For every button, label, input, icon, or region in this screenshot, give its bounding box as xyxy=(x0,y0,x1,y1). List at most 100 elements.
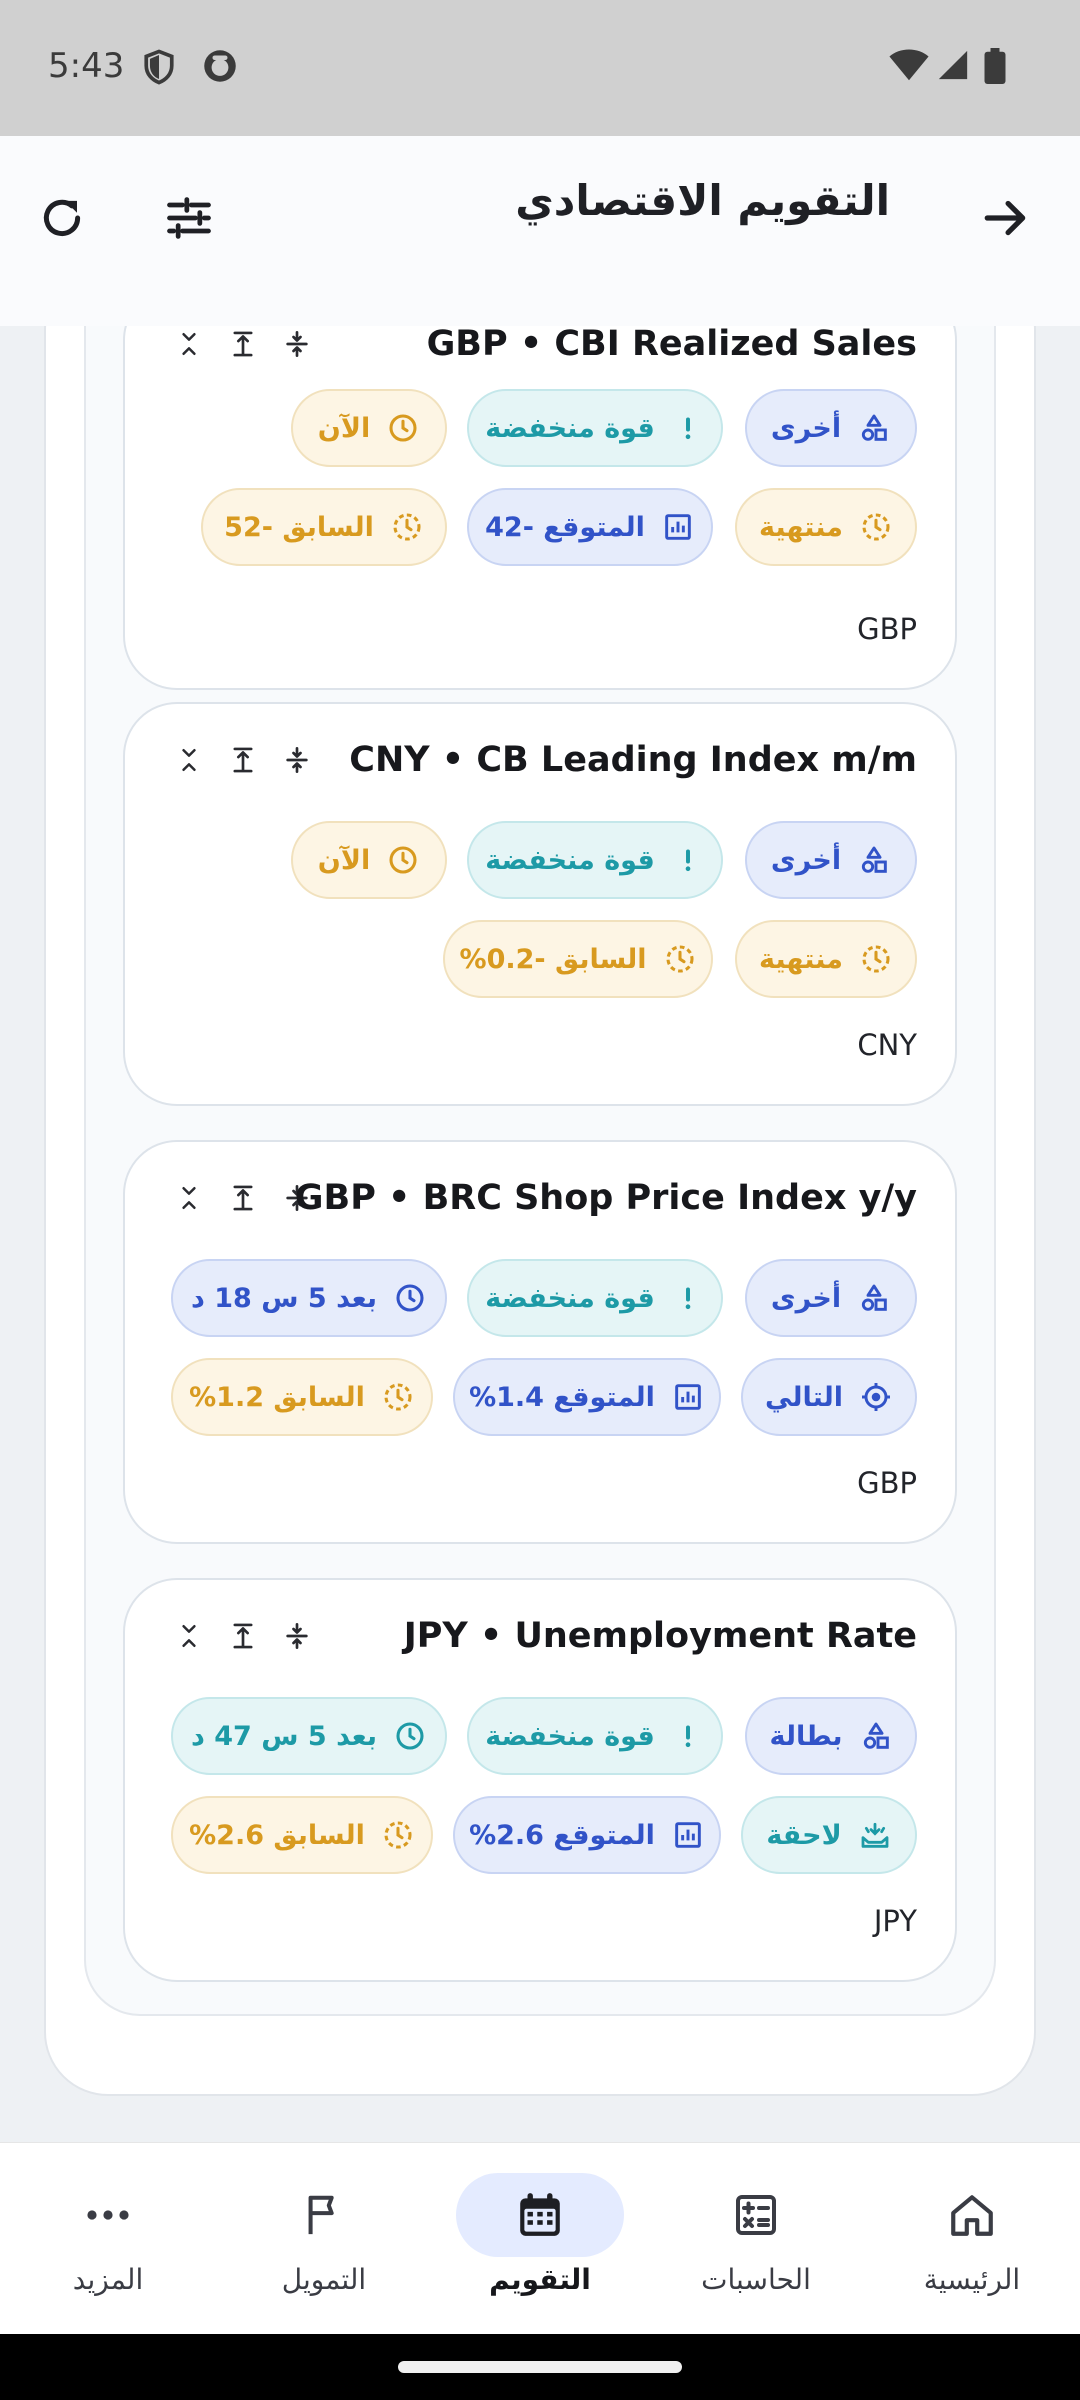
sliders-icon xyxy=(163,192,215,248)
status-time: 5:43 xyxy=(48,46,125,86)
dashed-clock-icon xyxy=(381,1380,415,1414)
target-icon xyxy=(859,1380,893,1414)
card-tools xyxy=(173,742,313,778)
nav-label-funding: التمويل xyxy=(281,2263,367,2296)
impact-chip: قوة منخفضة xyxy=(467,1259,723,1337)
event-card[interactable]: GBP • BRC Shop Price Index y/y أخرى قوة … xyxy=(123,1140,957,1544)
home-icon xyxy=(888,2173,1056,2257)
page-title: التقويم الاقتصادي xyxy=(515,176,890,225)
cellular-signal-icon xyxy=(936,48,970,86)
calendar-content[interactable]: GBP • CBI Realized Sales أخرى قوة منخفضة… xyxy=(0,326,1080,2142)
category-icon xyxy=(859,1719,893,1753)
forecast-chip: المتوقع 1.4% xyxy=(453,1358,721,1436)
time-chip: الآن xyxy=(291,821,447,899)
home-gesture-handle[interactable] xyxy=(398,2361,682,2373)
exclamation-icon xyxy=(671,843,705,877)
filter-button[interactable] xyxy=(149,180,229,260)
category-icon xyxy=(857,411,891,445)
expand-icon[interactable] xyxy=(227,742,259,778)
event-card[interactable]: JPY • Unemployment Rate بطالة قوة منخفضة… xyxy=(123,1578,957,1982)
expand-icon[interactable] xyxy=(227,326,259,362)
category-chip: أخرى xyxy=(745,389,917,467)
event-currency: GBP xyxy=(857,1466,917,1500)
collapse-icon[interactable] xyxy=(173,1618,205,1654)
impact-chip: قوة منخفضة xyxy=(467,389,723,467)
category-chip: أخرى xyxy=(745,821,917,899)
previous-chip: السابق -52 xyxy=(201,488,447,566)
dashed-clock-icon xyxy=(390,510,424,544)
time-chip: بعد 5 س 47 د xyxy=(171,1697,447,1775)
clock-icon xyxy=(386,843,420,877)
impact-chip: قوة منخفضة xyxy=(467,821,723,899)
nav-label-home: الرئيسية xyxy=(923,2263,1021,2296)
time-chip: الآن xyxy=(291,389,447,467)
collapse-icon[interactable] xyxy=(173,742,205,778)
event-card[interactable]: GBP • CBI Realized Sales أخرى قوة منخفضة… xyxy=(123,326,957,690)
chart-box-icon xyxy=(671,1818,705,1852)
dashed-clock-icon xyxy=(663,942,697,976)
category-chip: بطالة xyxy=(745,1697,917,1775)
chart-box-icon xyxy=(661,510,695,544)
forecast-chip: المتوقع -42 xyxy=(467,488,713,566)
expand-icon[interactable] xyxy=(227,1180,259,1216)
status-chip: لاحقة xyxy=(741,1796,917,1874)
compress-icon[interactable] xyxy=(281,326,313,362)
nav-item-funding[interactable]: التمويل xyxy=(216,2143,432,2335)
refresh-button[interactable] xyxy=(22,180,102,260)
app-notification-icon xyxy=(202,48,238,88)
nav-item-more[interactable]: المزيد xyxy=(0,2143,216,2335)
app-bar: التقويم الاقتصادي xyxy=(0,136,1080,326)
nav-label-more: المزيد xyxy=(72,2263,144,2296)
previous-chip: السابق -0.2% xyxy=(443,920,713,998)
dashed-clock-icon xyxy=(381,1818,415,1852)
more-icon xyxy=(24,2173,192,2257)
collapse-icon[interactable] xyxy=(173,1180,205,1216)
event-title: GBP • CBI Realized Sales xyxy=(426,326,917,364)
exclamation-icon xyxy=(671,411,705,445)
event-title: CNY • CB Leading Index m/m xyxy=(349,740,917,780)
card-tools xyxy=(173,1618,313,1654)
event-title: JPY • Unemployment Rate xyxy=(403,1616,917,1656)
card-tools xyxy=(173,326,313,362)
event-card[interactable]: CNY • CB Leading Index m/m أخرى قوة منخف… xyxy=(123,702,957,1106)
status-chip: منتهية xyxy=(735,920,917,998)
compress-icon[interactable] xyxy=(281,742,313,778)
nav-label-calendar: التقويم xyxy=(489,2263,591,2296)
refresh-icon xyxy=(37,193,87,247)
category-chip: أخرى xyxy=(745,1259,917,1337)
bottom-navigation: المزيد التمويل التقويم الحاسبات الرئيسية xyxy=(0,2142,1080,2334)
battery-icon xyxy=(984,48,1006,88)
compress-icon[interactable] xyxy=(281,1618,313,1654)
nav-label-calculators: الحاسبات xyxy=(701,2263,811,2296)
calendar-icon xyxy=(456,2173,624,2257)
time-chip: بعد 5 س 18 د xyxy=(171,1259,447,1337)
back-button[interactable] xyxy=(966,180,1046,260)
chart-box-icon xyxy=(671,1380,705,1414)
nav-item-home[interactable]: الرئيسية xyxy=(864,2143,1080,2335)
event-currency: CNY xyxy=(857,1028,917,1062)
exclamation-icon xyxy=(671,1719,705,1753)
event-currency: JPY xyxy=(873,1904,917,1938)
nav-item-calendar[interactable]: التقويم xyxy=(432,2143,648,2335)
wifi-icon xyxy=(888,48,930,86)
expand-icon[interactable] xyxy=(227,1618,259,1654)
impact-chip: قوة منخفضة xyxy=(467,1697,723,1775)
forecast-chip: المتوقع 2.6% xyxy=(453,1796,721,1874)
shield-icon xyxy=(142,48,176,90)
clock-icon xyxy=(393,1281,427,1315)
calculator-icon xyxy=(672,2173,840,2257)
status-bar: 5:43 xyxy=(0,0,1080,136)
progress-clock-icon xyxy=(859,942,893,976)
progress-clock-icon xyxy=(859,510,893,544)
nav-item-calculators[interactable]: الحاسبات xyxy=(648,2143,864,2335)
exclamation-icon xyxy=(671,1281,705,1315)
clock-icon xyxy=(386,411,420,445)
collapse-icon[interactable] xyxy=(173,326,205,362)
status-chip: منتهية xyxy=(735,488,917,566)
clock-icon xyxy=(393,1719,427,1753)
card-tools xyxy=(173,1180,313,1216)
previous-chip: السابق 2.6% xyxy=(171,1796,433,1874)
status-chip: التالي xyxy=(741,1358,917,1436)
upcoming-icon xyxy=(858,1818,892,1852)
category-icon xyxy=(857,1281,891,1315)
